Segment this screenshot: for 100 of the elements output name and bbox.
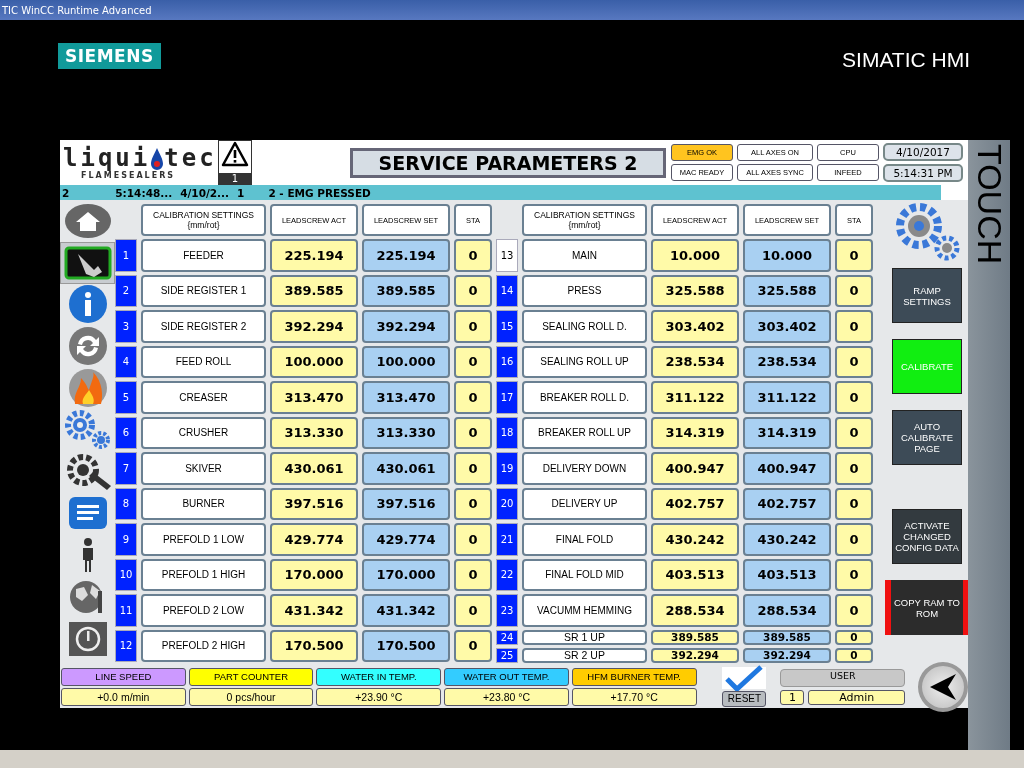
set-value-field[interactable]: 430.242 (743, 523, 831, 556)
set-value-field[interactable]: 430.061 (362, 452, 450, 485)
actual-value: 431.342 (270, 594, 358, 627)
set-value-field[interactable]: 303.402 (743, 310, 831, 343)
status-value: 0 (454, 274, 492, 307)
parameter-name: CRUSHER (141, 416, 266, 449)
parameter-name: BURNER (141, 487, 266, 520)
actual-value: 403.513 (651, 558, 739, 591)
row-number: 24 (496, 629, 518, 645)
status-value: 0 (454, 452, 492, 485)
set-value-field[interactable]: 397.516 (362, 487, 450, 520)
parameter-name: SIDE REGISTER 2 (141, 310, 266, 343)
actual-value: 392.294 (651, 647, 739, 663)
status-value: 0 (454, 558, 492, 591)
home-icon (63, 202, 112, 239)
set-value-field[interactable]: 402.757 (743, 487, 831, 520)
status-value: 0 (835, 310, 873, 343)
alarm-field: 2 - EMG PRESSED (268, 186, 371, 199)
nav-button[interactable] (60, 241, 115, 284)
set-value-field[interactable]: 389.585 (362, 274, 450, 307)
actual-value: 430.242 (651, 523, 739, 556)
parameter-name: DELIVERY DOWN (522, 452, 647, 485)
action-button[interactable]: ACTIVATE CHANGED CONFIG DATA (892, 509, 962, 564)
row-number: 9 (115, 523, 137, 556)
parameter-name: SR 1 UP (522, 629, 647, 645)
set-value-field[interactable]: 431.342 (362, 594, 450, 627)
alarm-button[interactable]: 1 (218, 140, 252, 185)
reset-checkbox[interactable] (722, 666, 767, 689)
alarm-field: 4/10/2... (180, 186, 230, 199)
actual-value: 170.500 (270, 629, 358, 662)
actual-value: 389.585 (651, 629, 739, 645)
set-value-field[interactable]: 392.294 (743, 647, 831, 663)
set-value-field[interactable]: 313.470 (362, 381, 450, 414)
alarm-field: 2 (62, 186, 70, 199)
list-icon (67, 496, 108, 531)
status-value: 0 (454, 239, 492, 272)
set-value-field[interactable]: 225.194 (362, 239, 450, 272)
status-value: 0 (835, 594, 873, 627)
action-button[interactable]: AUTO CALIBRATE PAGE (892, 410, 962, 465)
status-value: 0 (454, 416, 492, 449)
set-value-field[interactable]: 288.534 (743, 594, 831, 627)
actual-value: 400.947 (651, 452, 739, 485)
row-number: 5 (115, 381, 137, 414)
row-number: 13 (496, 239, 518, 272)
row-number: 10 (115, 558, 137, 591)
parameter-name: FINAL FOLD (522, 523, 647, 556)
parameter-name: PREFOLD 1 LOW (141, 523, 266, 556)
status-value: 0 (454, 629, 492, 662)
side-label: TOUCH (969, 144, 1009, 265)
set-value-field[interactable]: 170.500 (362, 629, 450, 662)
hand-on-screen-icon (63, 245, 112, 280)
row-number: 23 (496, 594, 518, 627)
set-value-field[interactable]: 403.513 (743, 558, 831, 591)
logo-subtitle: FLAMESEALERS (81, 171, 177, 180)
parameter-name: SKIVER (141, 452, 266, 485)
readout-value: +0.0 m/min (61, 687, 186, 706)
status-value: 0 (835, 558, 873, 591)
status-value: 0 (835, 523, 873, 556)
action-button[interactable]: COPY RAM TO ROM (885, 580, 969, 635)
set-value-field[interactable]: 311.122 (743, 381, 831, 414)
set-value-field[interactable]: 325.588 (743, 274, 831, 307)
set-value-field[interactable]: 389.585 (743, 629, 831, 645)
set-value-field[interactable]: 10.000 (743, 239, 831, 272)
parameter-name: CREASER (141, 381, 266, 414)
status-value: 0 (454, 345, 492, 378)
set-value-field[interactable]: 313.330 (362, 416, 450, 449)
reset-button[interactable]: RESET (722, 690, 767, 707)
set-value-field[interactable]: 400.947 (743, 452, 831, 485)
action-button[interactable]: RAMP SETTINGS (892, 268, 962, 323)
actual-value: 170.000 (270, 558, 358, 591)
actual-value: 313.330 (270, 416, 358, 449)
window-title: TIC WinCC Runtime Advanced (2, 4, 152, 16)
row-number: 7 (115, 452, 137, 485)
parameter-name: SEALING ROLL UP (522, 345, 647, 378)
actual-value: 313.470 (270, 381, 358, 414)
set-value-field[interactable]: 100.000 (362, 345, 450, 378)
status-value: 0 (454, 523, 492, 556)
row-number: 8 (115, 487, 137, 520)
drop-icon (150, 147, 165, 171)
user-name: Admin (808, 689, 906, 705)
readout-value: +23.90 °C (316, 687, 442, 706)
set-value-field[interactable]: 170.000 (362, 558, 450, 591)
set-value-field[interactable]: 429.774 (362, 523, 450, 556)
logo: SIEMENS (58, 43, 161, 69)
status-value: 0 (835, 381, 873, 414)
row-number: 21 (496, 523, 518, 556)
set-value-field[interactable]: 392.294 (362, 310, 450, 343)
parameter-name: PREFOLD 2 LOW (141, 594, 266, 627)
set-value-field[interactable]: 238.534 (743, 345, 831, 378)
parameter-name: BREAKER ROLL D. (522, 381, 647, 414)
back-button[interactable] (918, 661, 968, 712)
alarm-field: 1 (237, 186, 245, 199)
set-value-field[interactable]: 314.319 (743, 416, 831, 449)
status-value: 0 (835, 345, 873, 378)
actual-value: 311.122 (651, 381, 739, 414)
parameter-name: DELIVERY UP (522, 487, 647, 520)
check-icon (725, 664, 764, 691)
info-icon (67, 284, 108, 325)
status-value: 0 (835, 452, 873, 485)
parameter-name: FINAL FOLD MID (522, 558, 647, 591)
